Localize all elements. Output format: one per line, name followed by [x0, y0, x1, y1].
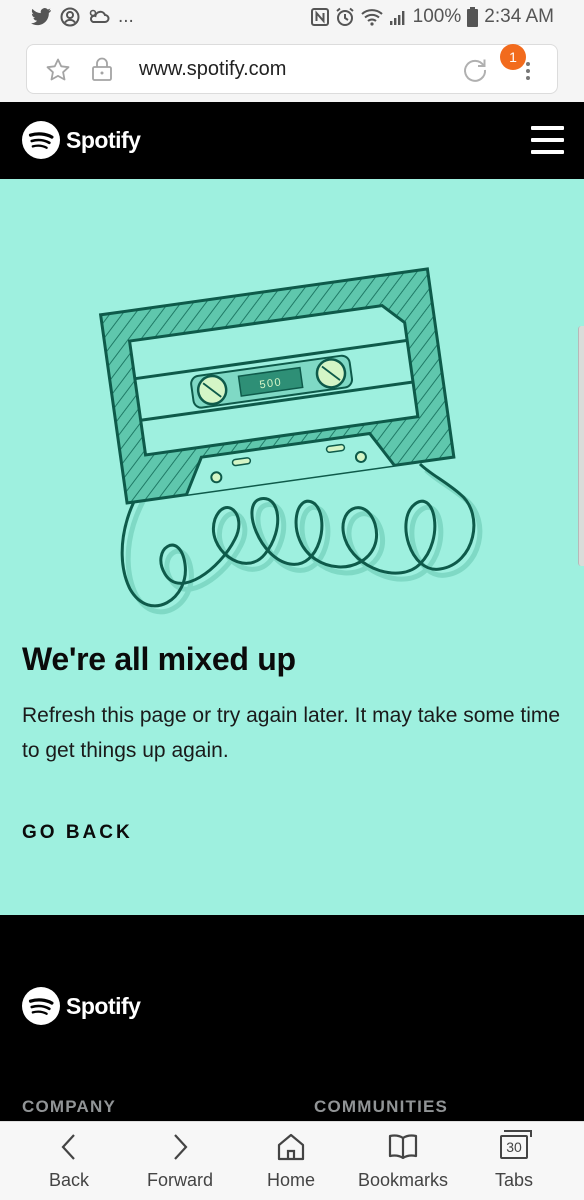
tabs-icon: 30	[500, 1130, 532, 1159]
nav-forward-button[interactable]: Forward	[140, 1130, 220, 1191]
footer-brand-name: Spotify	[66, 992, 141, 1019]
battery-icon	[467, 7, 479, 27]
nav-forward-label: Forward	[146, 1170, 213, 1190]
spotify-logo-icon	[22, 987, 60, 1025]
notification-badge: 1	[500, 44, 526, 70]
battery-percent: 100%	[412, 6, 462, 27]
site-header: Spotify	[0, 102, 584, 179]
book-icon	[388, 1134, 418, 1160]
scrollbar-handle[interactable]	[578, 326, 584, 566]
url-text[interactable]: www.spotify.com	[139, 58, 286, 81]
go-back-link[interactable]: GO BACK	[22, 822, 133, 844]
lock-icon[interactable]	[91, 56, 113, 87]
tabs-count: 30	[506, 1139, 522, 1155]
nav-tabs-button[interactable]: 30 Tabs	[484, 1130, 544, 1191]
nav-back-button[interactable]: Back	[38, 1130, 100, 1191]
nav-tabs-label: Tabs	[494, 1170, 534, 1190]
more-menu-icon[interactable]	[524, 59, 532, 83]
twitter-icon	[30, 8, 52, 26]
clock: 2:34 AM	[484, 6, 554, 27]
nfc-icon	[310, 8, 329, 26]
account-icon	[60, 7, 80, 27]
status-bar: ... 100% 2:34 AM	[0, 0, 584, 36]
spotify-logo-icon	[22, 121, 60, 159]
brand-name: Spotify	[66, 126, 141, 153]
weather-icon	[88, 8, 110, 26]
error-message: Refresh this page or try again later. It…	[22, 704, 561, 762]
chevron-right-icon	[174, 1134, 188, 1160]
reload-icon[interactable]	[461, 56, 489, 89]
nav-home-label: Home	[266, 1170, 315, 1190]
nav-bookmarks-label: Bookmarks	[357, 1170, 449, 1190]
error-title: We're all mixed up	[22, 641, 296, 677]
cassette-tape-icon: 500	[98, 267, 483, 615]
footer-spotify-logo[interactable]: Spotify	[22, 987, 141, 1025]
error-section: 500 We're all mixed up Refresh this page…	[0, 179, 584, 915]
footer-communities-heading: COMMUNITIES	[314, 1097, 449, 1116]
nav-back-label: Back	[48, 1170, 90, 1190]
notification-overflow: ...	[118, 6, 134, 27]
site-footer: Spotify COMPANY COMMUNITIES	[0, 915, 584, 1121]
address-bar[interactable]: www.spotify.com	[26, 44, 558, 94]
nav-bookmarks-button[interactable]: Bookmarks	[356, 1130, 450, 1191]
wifi-icon	[361, 8, 383, 26]
chevron-left-icon	[61, 1134, 75, 1160]
nav-home-button[interactable]: Home	[258, 1130, 324, 1191]
spotify-logo[interactable]: Spotify	[22, 121, 141, 159]
alarm-icon	[335, 7, 355, 27]
footer-company-heading: COMPANY	[22, 1097, 117, 1116]
home-icon	[277, 1133, 305, 1161]
browser-toolbar: www.spotify.com 1	[0, 36, 584, 102]
hamburger-icon[interactable]	[531, 126, 564, 156]
bookmark-star-icon[interactable]	[45, 57, 71, 88]
browser-bottom-nav: Back Forward Home Bookmarks 30 Tabs	[0, 1121, 584, 1200]
signal-icon	[389, 8, 407, 26]
